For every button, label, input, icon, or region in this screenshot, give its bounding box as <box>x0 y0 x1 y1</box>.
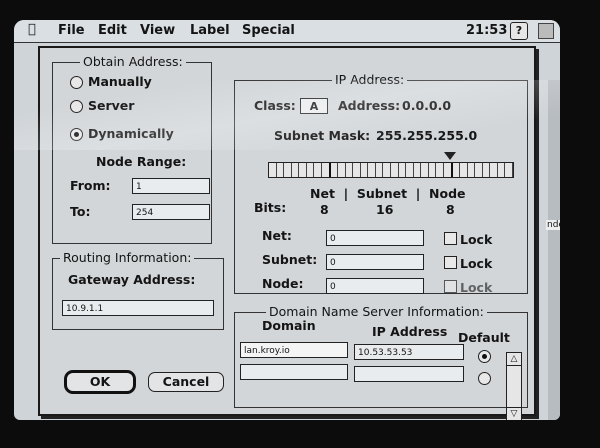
dns-default-radio[interactable] <box>478 350 491 363</box>
class-label: Class: <box>254 98 296 113</box>
scroll-down-arrow-icon[interactable]: ▽ <box>507 407 521 420</box>
routing-info-title: Routing Information: <box>60 250 195 265</box>
mac-screen:  File Edit View Label Special 21:53 ? n… <box>14 20 560 420</box>
node-field[interactable]: 0 <box>326 278 424 294</box>
class-popup[interactable]: A <box>300 98 328 114</box>
menu-label[interactable]: Label <box>190 23 230 38</box>
desktop-window-fragment <box>548 80 560 420</box>
address-label: Address: <box>338 98 401 113</box>
dns-domain-field-empty[interactable] <box>240 364 348 380</box>
gateway-address-label: Gateway Address: <box>68 272 196 287</box>
help-icon[interactable]: ? <box>510 22 528 40</box>
dns-ip-field-empty[interactable] <box>354 366 464 382</box>
cancel-button[interactable]: Cancel <box>148 372 224 392</box>
node-lock-label[interactable]: Lock <box>460 280 492 295</box>
routing-info-group <box>52 258 224 330</box>
dns-col-default: Default <box>458 330 510 345</box>
subnet-field[interactable]: 0 <box>326 254 424 270</box>
menu-edit[interactable]: Edit <box>98 23 127 38</box>
net-lock-checkbox[interactable] <box>444 232 457 245</box>
menu-view[interactable]: View <box>140 23 175 38</box>
scroll-up-arrow-icon[interactable]: △ <box>507 353 521 366</box>
dns-col-domain: Domain <box>262 318 316 333</box>
dns-col-ip: IP Address <box>372 324 448 339</box>
menu-bar:  File Edit View Label Special 21:53 ? <box>14 20 560 43</box>
apple-icon[interactable]:  <box>28 22 36 37</box>
subnet-bits-slider[interactable] <box>268 162 514 178</box>
ok-button[interactable]: OK <box>64 370 136 394</box>
menu-special[interactable]: Special <box>242 23 295 38</box>
menu-clock[interactable]: 21:53 <box>466 23 507 38</box>
obtain-address-title: Obtain Address: <box>80 54 186 69</box>
bits-header: Net | Subnet | Node <box>310 186 466 201</box>
application-menu-icon[interactable] <box>538 23 554 39</box>
dns-info-title: Domain Name Server Information: <box>266 304 487 319</box>
net-label: Net: <box>262 228 292 243</box>
bits-net-value: 8 <box>320 202 329 217</box>
subnet-label: Subnet: <box>262 252 318 267</box>
subnet-lock-label[interactable]: Lock <box>460 256 492 271</box>
bits-node-value: 8 <box>446 202 455 217</box>
dynamically-radio[interactable] <box>70 128 83 141</box>
bits-subnet-value: 16 <box>376 202 394 217</box>
to-field[interactable]: 254 <box>132 204 210 220</box>
bits-label: Bits: <box>254 200 287 215</box>
ip-address-title: IP Address: <box>332 72 408 87</box>
dns-default-radio-empty[interactable] <box>478 372 491 385</box>
tcpip-config-dialog: Obtain Address: Manually Server Dynamica… <box>38 46 536 420</box>
gateway-address-field[interactable]: 10.9.1.1 <box>62 300 214 316</box>
node-lock-checkbox[interactable] <box>444 280 457 293</box>
from-field[interactable]: 1 <box>132 178 210 194</box>
node-label: Node: <box>262 276 304 291</box>
dns-domain-field[interactable]: lan.kroy.io <box>240 342 348 358</box>
to-label: To: <box>70 204 91 219</box>
dynamically-label[interactable]: Dynamically <box>88 126 174 141</box>
node-range-label: Node Range: <box>96 154 187 169</box>
manually-radio[interactable] <box>70 76 83 89</box>
server-label[interactable]: Server <box>88 98 134 113</box>
subnet-slider-thumb-icon[interactable] <box>444 152 456 160</box>
subnet-mask-value: 255.255.255.0 <box>376 128 478 143</box>
subnet-mask-label: Subnet Mask: <box>274 128 371 143</box>
address-value: 0.0.0.0 <box>402 98 452 113</box>
menu-file[interactable]: File <box>58 23 85 38</box>
dns-scrollbar[interactable]: △ ▽ <box>506 352 522 420</box>
desktop-fragment-label: nder <box>546 220 560 230</box>
server-radio[interactable] <box>70 100 83 113</box>
net-field[interactable]: 0 <box>326 230 424 246</box>
manually-label[interactable]: Manually <box>88 74 152 89</box>
subnet-lock-checkbox[interactable] <box>444 256 457 269</box>
dns-ip-field[interactable]: 10.53.53.53 <box>354 344 464 360</box>
from-label: From: <box>70 178 111 193</box>
net-lock-label[interactable]: Lock <box>460 232 492 247</box>
